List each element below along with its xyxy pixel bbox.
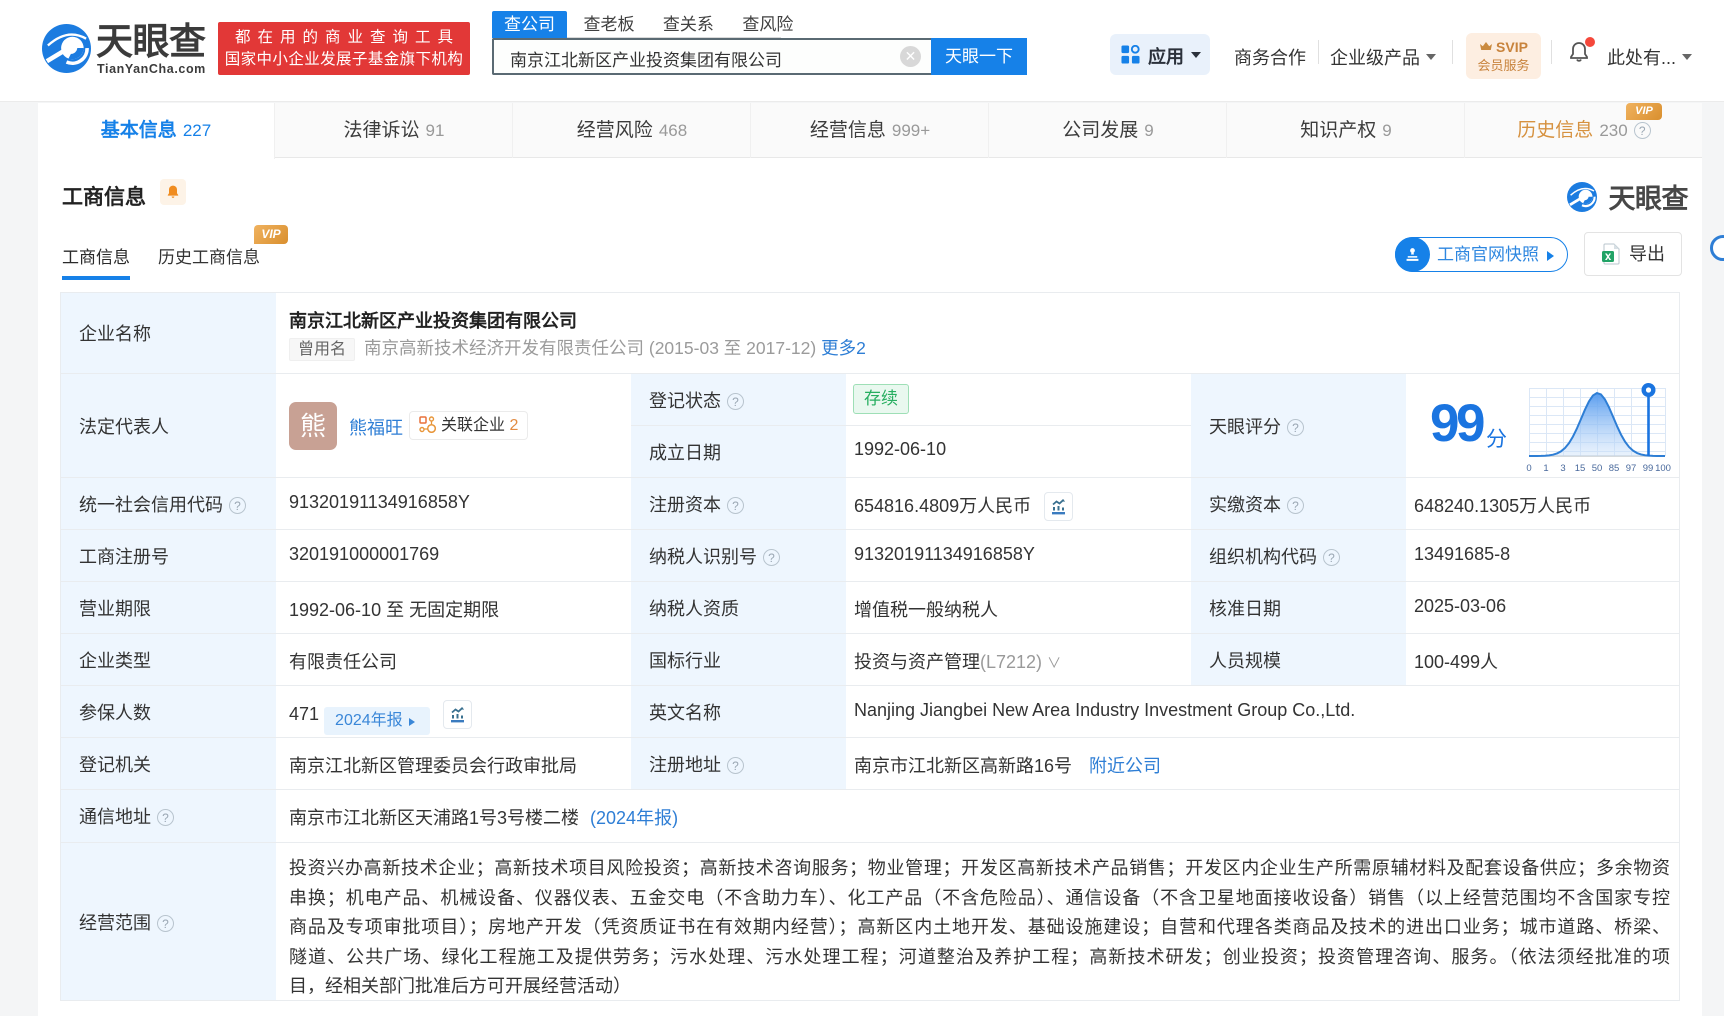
svg-text:0: 0: [1526, 463, 1531, 474]
svg-text:100: 100: [1655, 463, 1671, 474]
svg-text:15: 15: [1575, 463, 1586, 474]
svg-text:85: 85: [1609, 463, 1620, 474]
svg-text:50: 50: [1592, 463, 1603, 474]
svg-text:1: 1: [1543, 463, 1548, 474]
svg-text:97: 97: [1626, 463, 1637, 474]
svg-text:3: 3: [1560, 463, 1565, 474]
svg-text:99: 99: [1643, 463, 1654, 474]
